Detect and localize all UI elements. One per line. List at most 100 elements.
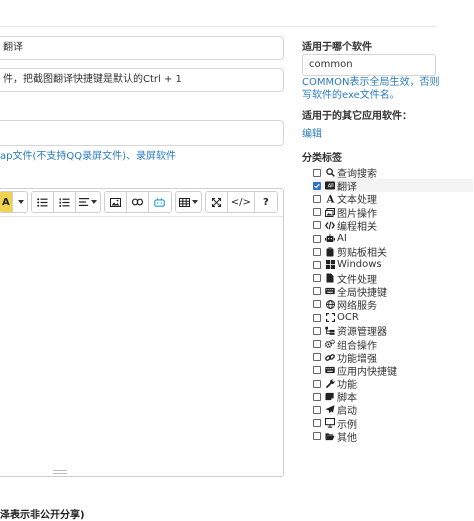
category-checkbox[interactable] — [313, 419, 321, 428]
insert-image-button[interactable] — [104, 192, 127, 212]
category-item[interactable]: 其他 — [313, 430, 473, 444]
description-input[interactable]: 件，把截图翻译快捷键是默认的Ctrl + 1 — [0, 68, 284, 92]
category-checkbox[interactable] — [313, 313, 321, 322]
category-item[interactable]: 示例 — [313, 417, 473, 431]
view-group: </> ? — [204, 191, 278, 213]
category-checkbox[interactable] — [313, 405, 321, 414]
category-item[interactable]: 查询搜索 — [313, 166, 473, 180]
cogs-icon — [325, 339, 335, 349]
category-checkbox[interactable] — [313, 194, 321, 203]
paper-plane-icon — [325, 405, 335, 415]
category-checkbox[interactable] — [313, 260, 321, 269]
category-item[interactable]: 剪贴板相关 — [313, 245, 473, 260]
category-checkbox[interactable] — [313, 366, 321, 375]
insert-video-button[interactable] — [148, 192, 171, 212]
category-checkbox[interactable] — [313, 287, 321, 296]
category-item[interactable]: A 翻译 — [313, 179, 473, 193]
category-item[interactable]: 资源管理器 — [313, 324, 473, 338]
attachment-input[interactable] — [0, 120, 284, 146]
monitor-icon — [325, 418, 335, 428]
category-item[interactable]: Windows — [313, 258, 473, 271]
category-checkbox[interactable] — [313, 432, 321, 441]
category-item[interactable]: 编程相关 — [313, 219, 473, 233]
category-label: 其他 — [337, 432, 357, 444]
insert-link-button[interactable] — [126, 192, 149, 212]
category-checkbox[interactable] — [313, 379, 321, 388]
robot-icon — [325, 234, 335, 244]
insert-group — [103, 191, 172, 213]
attachment-help: ap文件(不支持QQ录屏文件)、录屏软件 — [0, 147, 176, 162]
search-icon — [325, 168, 335, 178]
scan-icon — [325, 313, 335, 323]
expand-icon — [211, 197, 221, 207]
table-icon — [178, 197, 190, 207]
category-item[interactable]: A 文本处理 — [313, 192, 473, 206]
category-checkbox[interactable] — [313, 392, 321, 401]
unordered-list-button[interactable] — [31, 192, 54, 212]
app-label: 适用于哪个软件 — [302, 42, 372, 53]
category-item[interactable]: 启动 — [313, 403, 473, 417]
category-item[interactable]: 应用内快捷键 — [313, 364, 473, 378]
category-item[interactable]: 网络服务 — [313, 298, 473, 312]
category-checkbox[interactable] — [313, 353, 321, 362]
category-item[interactable]: 图片操作 — [313, 206, 473, 220]
resize-handle[interactable] — [53, 470, 67, 474]
category-item[interactable]: 脚本 — [313, 390, 473, 404]
font-color-dropdown[interactable] — [12, 192, 27, 212]
editor-toolbar: A </> ? — [0, 189, 283, 215]
screen-recorder-link[interactable]: 录屏软件 — [136, 151, 176, 162]
category-item[interactable]: 文件处理 — [313, 272, 473, 286]
font-color-group: A — [0, 191, 28, 213]
header-divider — [0, 26, 436, 27]
code-view-button[interactable]: </> — [227, 192, 255, 212]
chevron-down-icon — [90, 200, 97, 204]
table-group — [174, 191, 202, 213]
insert-table-button[interactable] — [175, 192, 201, 212]
other-apps-label: 适用于的其它应用软件： — [302, 111, 412, 122]
category-item[interactable]: AI — [313, 232, 473, 245]
category-checkbox[interactable] — [313, 181, 321, 190]
folder-open-icon — [325, 431, 335, 441]
font-color-button[interactable]: A — [0, 192, 13, 212]
list-ol-icon — [59, 197, 70, 207]
category-checkbox[interactable] — [313, 326, 321, 335]
chevron-down-icon — [191, 200, 198, 204]
app-input[interactable]: common — [302, 54, 436, 76]
image-icon — [109, 197, 121, 207]
edit-link[interactable]: 编辑 — [302, 125, 322, 140]
clipboard-icon — [325, 247, 335, 257]
ordered-list-button[interactable] — [53, 192, 76, 212]
category-item[interactable]: 全局快捷键 — [313, 285, 473, 299]
category-label: 编程相关 — [337, 221, 377, 233]
code-icon — [325, 220, 335, 230]
paragraph-button[interactable] — [75, 192, 100, 212]
category-item[interactable]: 功能增强 — [313, 351, 473, 365]
title-input[interactable]: 翻译 — [0, 36, 284, 60]
category-item[interactable]: 功能 — [313, 377, 473, 391]
list-group — [30, 191, 101, 213]
category-checkbox[interactable] — [313, 208, 321, 217]
rich-text-editor: A </> ? — [0, 188, 284, 477]
category-checkbox[interactable] — [313, 168, 321, 177]
category-checkbox[interactable] — [313, 221, 321, 230]
keyboard-icon — [325, 365, 335, 375]
category-checkbox[interactable] — [313, 300, 321, 309]
list-ul-icon — [36, 197, 48, 207]
category-label: 剪贴板相关 — [337, 248, 387, 260]
category-item[interactable]: 组合操作 — [313, 337, 473, 352]
app-help-text: COMMON表示全局生效，否则写软件的exe文件名。 — [302, 77, 440, 101]
category-label: OCR — [337, 312, 359, 324]
category-checkbox[interactable] — [313, 340, 321, 349]
editor-content-area[interactable] — [0, 216, 283, 468]
help-button[interactable]: ? — [254, 192, 277, 212]
category-checkbox[interactable] — [313, 234, 321, 243]
fullscreen-button[interactable] — [205, 192, 228, 212]
category-item[interactable]: OCR — [313, 311, 473, 324]
category-checkbox[interactable] — [313, 274, 321, 283]
link-icon — [325, 352, 335, 362]
category-label: AI — [337, 233, 347, 245]
category-list: 查询搜索 A 翻译 A 文本处理 图片操作 编程相关 AI 剪贴板相关 Windows 文件处理 全局… — [313, 166, 473, 444]
category-checkbox[interactable] — [313, 247, 321, 256]
file-icon — [325, 273, 335, 283]
gif-file-link[interactable]: ap文件(不支持QQ录屏文件)、 — [0, 151, 136, 162]
